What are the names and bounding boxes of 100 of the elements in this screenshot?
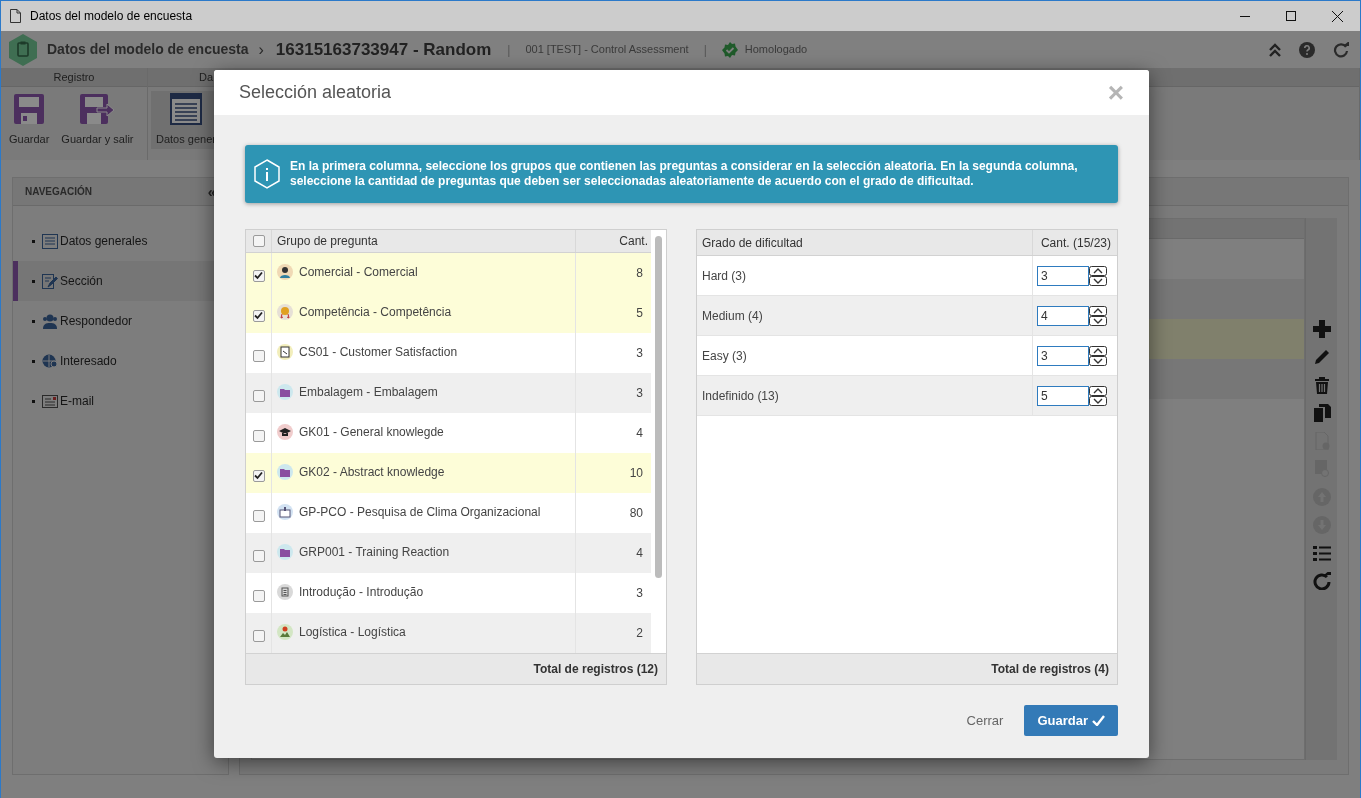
ribbon-button[interactable]: Guardar y salir xyxy=(56,91,139,149)
table-cell-text: Hard (3) xyxy=(702,267,746,285)
nav-item[interactable]: E-mail xyxy=(13,381,228,421)
minimize-icon xyxy=(1240,15,1250,17)
record-count: Total de registros (12) xyxy=(533,661,658,678)
table-row[interactable]: Logística - Logística 2 xyxy=(246,613,652,653)
bullet-icon xyxy=(32,279,35,283)
table-row[interactable]: Embalagem - Embalagem 3 xyxy=(246,373,652,413)
status-label: Homologado xyxy=(744,42,808,58)
list-icon[interactable] xyxy=(1312,544,1331,562)
floppy-disk-arrow-icon xyxy=(79,93,116,125)
column-header[interactable]: Cant. xyxy=(619,232,649,250)
checkbox[interactable] xyxy=(252,269,265,282)
checkbox[interactable] xyxy=(252,389,265,402)
table-cell-text: Comercial - Comercial xyxy=(299,264,418,281)
nav-item-label: Interesado xyxy=(60,353,117,370)
table-cell-text: GK01 - General knowlegde xyxy=(299,424,444,441)
table-cell-text: GRP001 - Training Reaction xyxy=(299,544,450,561)
panel-title: NAVEGACIÓN xyxy=(25,184,93,199)
checkbox[interactable] xyxy=(252,509,265,522)
table-cell-text: Medium (4) xyxy=(702,307,763,325)
pencil-icon[interactable] xyxy=(1312,348,1331,366)
save-button[interactable]: Guardar xyxy=(1024,705,1118,736)
medal-icon xyxy=(277,304,293,320)
column-header[interactable]: Grado de dificultad xyxy=(702,233,803,252)
table-cell-text: 4 xyxy=(636,545,644,562)
refresh-icon[interactable] xyxy=(1333,41,1350,58)
checkbox[interactable] xyxy=(252,629,265,642)
close-link[interactable]: Cerrar xyxy=(966,710,1004,731)
table-row[interactable]: Comercial - Comercial 8 xyxy=(246,253,652,293)
nav-item-label: E-mail xyxy=(60,393,94,410)
folder-icon xyxy=(277,464,293,480)
nav-item[interactable]: Respondedor xyxy=(13,301,228,341)
header-divider: | xyxy=(507,41,511,59)
close-icon xyxy=(1331,10,1343,22)
refresh-icon[interactable] xyxy=(1312,572,1331,590)
folder-icon xyxy=(277,384,293,400)
ribbon-button[interactable]: Guardar xyxy=(4,91,55,149)
column-header[interactable]: Cant. (15/23) xyxy=(1040,233,1111,252)
select-all-checkbox[interactable] xyxy=(252,235,265,247)
document-icon xyxy=(277,584,293,600)
nav-item-label: Sección xyxy=(60,273,103,290)
form-label: 001 [TEST] - Control Assessment xyxy=(525,42,689,58)
document-icon xyxy=(10,9,21,23)
checkbox[interactable] xyxy=(252,589,265,602)
window-title: Datos del modelo de encuesta xyxy=(30,8,193,25)
table-cell-text: 8 xyxy=(636,265,644,282)
bullet-icon xyxy=(32,239,35,243)
checkbox[interactable] xyxy=(252,549,265,562)
scrollbar-thumb[interactable] xyxy=(655,236,662,578)
table-cell-text: 4 xyxy=(636,425,644,442)
globe-users-icon xyxy=(42,353,58,369)
table-cell-text: GK02 - Abstract knowledge xyxy=(299,464,445,481)
table-cell-text: Easy (3) xyxy=(702,347,747,365)
clipboard-logo-icon xyxy=(9,33,37,66)
table-cell-text: 5 xyxy=(636,305,644,322)
table-cell-text: 3 xyxy=(636,585,644,602)
group-label: Registro xyxy=(53,69,95,85)
form-icon xyxy=(169,93,202,125)
checkbox[interactable] xyxy=(252,469,265,482)
help-icon[interactable] xyxy=(1299,41,1315,58)
table-row[interactable]: Competência - Competência 5 xyxy=(246,293,652,333)
users-icon xyxy=(42,313,58,329)
header-divider: | xyxy=(703,41,707,59)
verified-badge-icon xyxy=(721,41,738,58)
table-row[interactable]: GK02 - Abstract knowledge 10 xyxy=(246,453,652,493)
table-cell-text: CS01 - Customer Satisfaction xyxy=(299,344,458,361)
table-cell-text: Competência - Competência xyxy=(299,304,452,321)
checkbox[interactable] xyxy=(252,309,265,322)
checkbox[interactable] xyxy=(252,429,265,442)
info-text: En la primera columna, seleccione los grupos que contienen las preguntas a considerar en la selección aleatoria. En la segunda columna, seleccione la cantidad de preguntas que deben ser seleccionadas aleatoriamente de acuerdo con el grado de dificultad. xyxy=(290,159,1079,189)
breadcrumb-link[interactable]: Datos del modelo de encuesta xyxy=(47,39,249,60)
check-icon xyxy=(1092,715,1105,726)
person-icon xyxy=(277,264,293,280)
table-cell-text: GP-PCO - Pesquisa de Clima Organizacional xyxy=(299,504,541,521)
table-cell-text: Introdução - Introdução xyxy=(299,584,424,601)
nav-item[interactable]: Interesado xyxy=(13,341,228,381)
copy-icon[interactable] xyxy=(1312,404,1331,422)
add-icon[interactable] xyxy=(1312,320,1331,338)
table-cell-text: 2 xyxy=(636,625,644,642)
map-pin-icon xyxy=(277,624,293,640)
clipboard-icon xyxy=(277,344,293,360)
table-row[interactable]: GRP001 - Training Reaction 4 xyxy=(246,533,652,573)
info-icon xyxy=(254,159,280,189)
nav-item[interactable]: Datos generales xyxy=(13,221,228,261)
table-cell-text: 3 xyxy=(636,385,644,402)
record-count: Total de registros (4) xyxy=(991,661,1109,678)
collapse-icon[interactable] xyxy=(1269,42,1281,57)
bullet-icon xyxy=(32,319,35,323)
table-cell-text: 3 xyxy=(636,345,644,362)
record-title: 16315163733947 - Random xyxy=(275,38,492,61)
list-icon xyxy=(42,233,58,249)
bullet-icon xyxy=(32,359,35,363)
graduation-cap-icon xyxy=(277,424,293,440)
trash-icon[interactable] xyxy=(1312,376,1331,394)
checkbox[interactable] xyxy=(252,349,265,362)
email-icon xyxy=(42,393,58,409)
maximize-icon xyxy=(1286,11,1296,21)
nav-item-label: Datos generales xyxy=(60,233,148,250)
column-header[interactable]: Grupo de pregunta xyxy=(277,232,378,250)
